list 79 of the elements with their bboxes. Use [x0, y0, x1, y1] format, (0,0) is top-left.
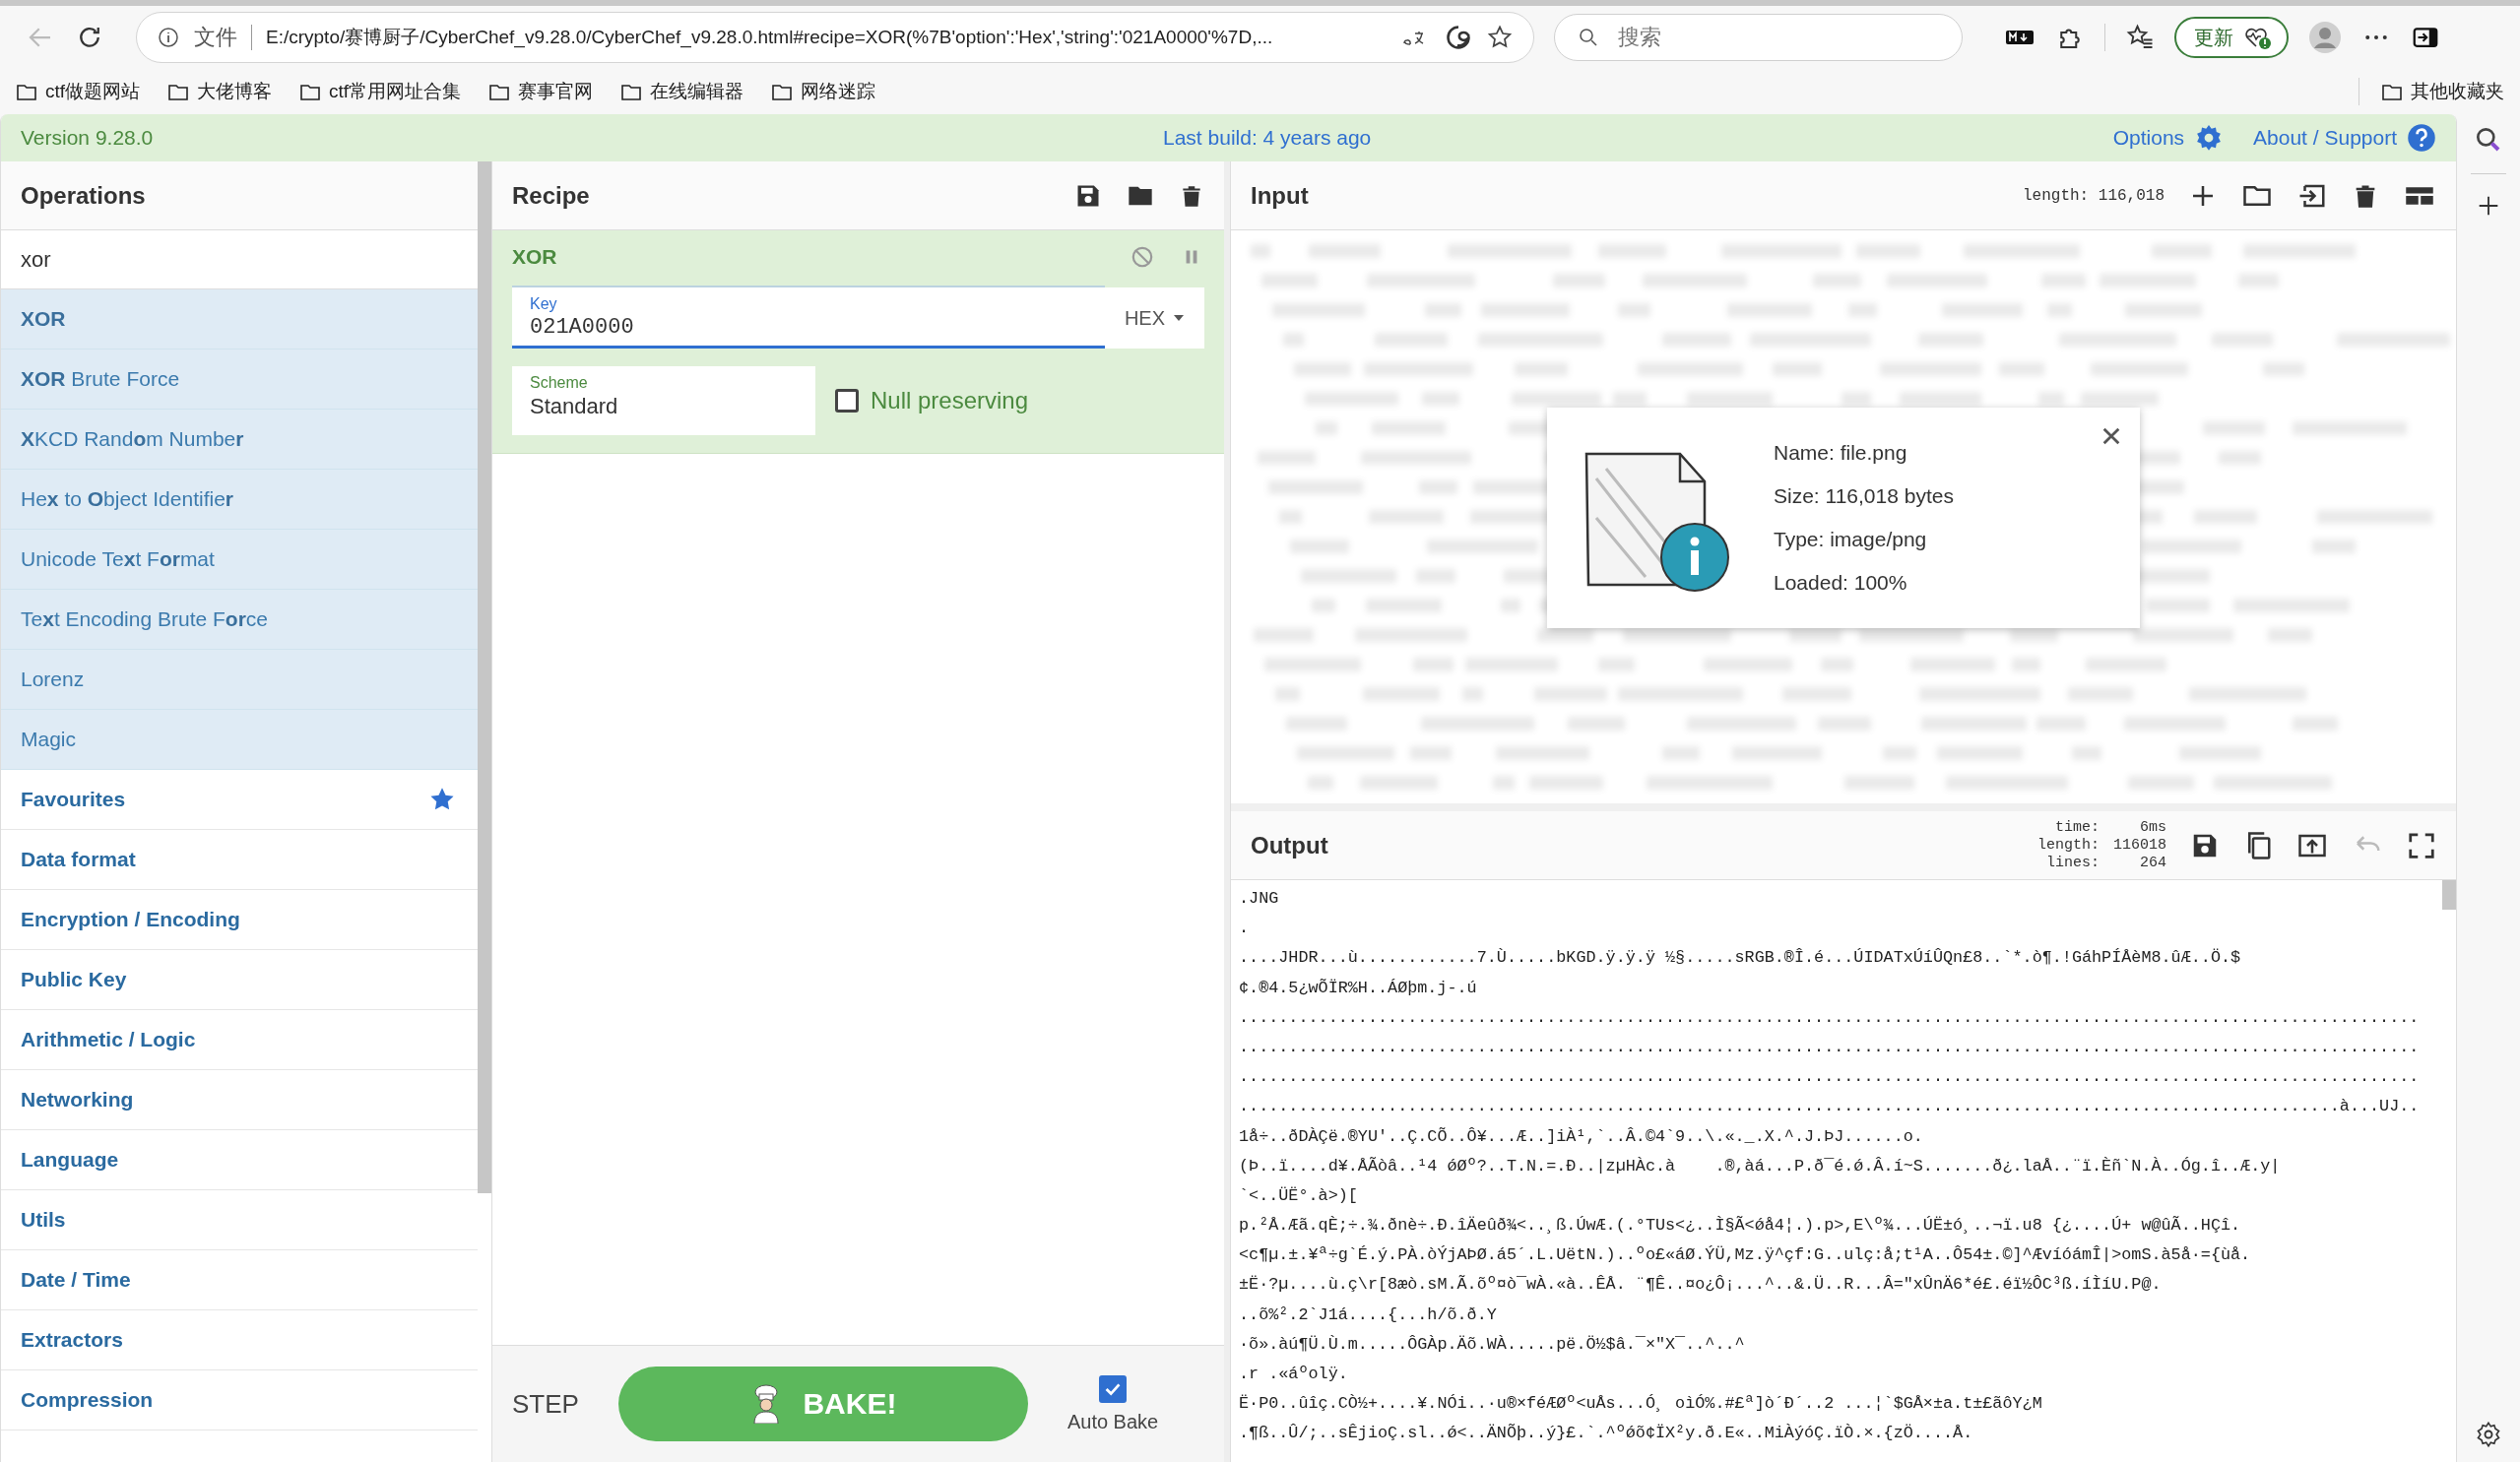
checkbox[interactable]	[1099, 1374, 1128, 1403]
output-text-line: .¶ß..Û/;..sÊjioÇ.sl..ǿ<..ÄNÕþ..ý}£.`.^ºǿõ¢ÏX²y.ð.E«..MiÀýóÇ.ïÒ.×.{zÖ....Å.	[1239, 1423, 1974, 1445]
stat-value: 264	[2139, 854, 2166, 872]
star-icon[interactable]	[1486, 24, 1514, 51]
checkbox-label: Auto Bake	[1066, 1410, 1159, 1433]
stat-label: length:	[2036, 836, 2100, 855]
caret-icon	[1173, 314, 1185, 322]
output-text-line: .......................................................................................................................	[1239, 1066, 2421, 1089]
last-build-link[interactable]: Last build: 4 years ago	[1163, 126, 2084, 150]
output-text-line: .r .«áºolÿ.	[1239, 1364, 1349, 1385]
security-label: 文件	[194, 24, 237, 51]
output-text-line: 1å÷..ðDÀÇë.®YU'..Ç.CÕ..Ô¥...Æ..]iÀ¹,`..Â.©4`9..\.«._.X.^.J.ÞJ......o.	[1239, 1125, 1924, 1148]
input-heading: Input	[1251, 181, 1309, 210]
input-length: length: 116,018	[2022, 186, 2165, 205]
output-text-line: p.²Å.Æã.qÈ;÷.¾.ðnè÷.Ð.îÄeûð¾<..¸ß.ÚwÆ.(.°TUs<¿..Ì§Ã<ǿå4¦.).p>,E\º¾...ÚË±ó¸..¬ï.u8 {¿....Ú+ w@ûÃ..HÇî.	[1239, 1215, 2242, 1238]
output-text-line: ±Ë·?µ....ù.ç\r[8æò.sM.Ã.õº¤ò¯wÀ.«à..ÊÅ. ¨¶Ê..¤o¿Ô¡...^..&.Ü..R...Â="xÛnÄ6*é£.éï½ÔC³ß.íÌíU.P@.	[1239, 1274, 2163, 1297]
operation-item[interactable]: Unicode Text Format	[1, 530, 478, 590]
checkbox-label: Null preserving	[871, 387, 1029, 414]
output-text-line: ·õ».àú¶Ü.Ù.m.....ÔGÀp.Äõ.WÀ.....pë.Ö½$â.¯×"X¯..^..^	[1239, 1333, 1746, 1356]
key-input-field[interactable]: Key 021A0000	[512, 287, 1105, 349]
bookmark-folder[interactable]: 其他收藏夹	[2381, 79, 2504, 104]
operation-item[interactable]: Lorenz	[1, 650, 478, 710]
encoding-dropdown[interactable]: HEX	[1104, 287, 1204, 349]
options-link[interactable]: Options	[2112, 123, 2225, 153]
search-input[interactable]: 搜索	[1616, 24, 1915, 51]
profile-avatar-icon[interactable]	[2308, 21, 2342, 54]
output-text-line: Ë·P0..ûîç.CÒ½+....¥.NÓi..·u®×féÆØº<uÅs...Ó¸ oìÓ%.#£ª]ò´Ð´..2 ...¦`$GÅ×±a.t±£ãôY¿M	[1239, 1393, 2043, 1416]
scheme-dropdown[interactable]: Scheme Standard	[512, 366, 815, 435]
stat-label: lines:	[2044, 854, 2100, 872]
output-text-line: ..õ%².2`J1á....{...h/õ.ð.Y	[1239, 1303, 1498, 1326]
checkbox[interactable]	[835, 389, 859, 413]
bookmark-folder[interactable]: 网络迷踪	[771, 79, 876, 104]
output-heading: Output	[1251, 831, 1328, 859]
bookmark-folder[interactable]: ctf做题网站	[16, 79, 141, 104]
file-size: Size: 116,018 bytes	[1774, 484, 1954, 508]
settings-icon[interactable]	[2475, 1421, 2502, 1448]
stat-value: 6ms	[2139, 818, 2166, 837]
operation-item[interactable]: Hex to Object Identifier	[1, 470, 478, 530]
operation-item[interactable]: Magic	[1, 710, 478, 770]
file-loaded: Loaded: 100%	[1774, 571, 1908, 595]
output-text-line: .	[1239, 918, 1251, 940]
scrollbar[interactable]	[2442, 880, 2456, 910]
key-input[interactable]: 021A0000	[530, 313, 1087, 346]
stat-value: 116018	[2113, 836, 2166, 855]
output-text-line: ....JHDR...ù............7.Ù.....bKGD.ÿ.ÿ.ÿ ½§.....sRGB.®Î.é...ÚIDATxÚíÛQn£8..`*.ò¶.!GáhPÍÅèM8.ûÆ..Ö.$	[1239, 947, 2242, 970]
bookmark-folder[interactable]: 赛事官网	[488, 79, 594, 104]
operation-item[interactable]: XKCD Random Number	[1, 410, 478, 470]
version-text: Version 9.28.0	[21, 126, 155, 150]
output-text-line: .......................................................................................................................	[1239, 1036, 2421, 1058]
info-icon	[157, 26, 180, 49]
about-support-link[interactable]: About / Support	[2253, 123, 2436, 153]
stat-label: time:	[2053, 818, 2100, 837]
bookmark-folder[interactable]: 大佬博客	[167, 79, 273, 104]
bookmark-folder[interactable]: ctf常用网址合集	[299, 79, 462, 104]
output-text-line: .JNG	[1239, 888, 1280, 910]
operation-title: XOR	[512, 245, 557, 269]
operation-item[interactable]: XOR	[1, 289, 478, 350]
search-field[interactable]: 搜索	[1554, 14, 1963, 61]
output-text-line: (Þ..ï....d¥.ÅÃòâ..¹4 ǿØº?..T.N.=.Ð..|zµHÀc.à .®,àá...P.ð¯é.ǿ.Â.í~S.......ð¿.laÅ..¨ï.Èñ`N.À..Óg.î..Æ.y|	[1239, 1155, 2282, 1177]
url-text: E:/crypto/赛博厨子/CyberChef_v9.28.0/CyberChef_v9.28.0.html#recipe=XOR(%7B'option':'Hex','string':'021A0000'%7D,...	[266, 26, 1274, 50]
file-type: Type: image/png	[1774, 528, 1928, 551]
address-bar[interactable]: 文件 E:/crypto/赛博厨子/CyberChef_v9.28.0/CyberChef_v9.28.0.html#recipe=XOR(%7B'option':'Hex','string':'021A0000'%7D,...	[136, 12, 1534, 63]
output-text-line: .......................................................................................................................	[1239, 1006, 2421, 1029]
scrollbar[interactable]	[478, 161, 491, 1193]
output-text-line: ¢.®4.5¿wÕÏR%H..ÁØþm.j-.ú	[1239, 977, 1478, 999]
close-icon[interactable]	[2100, 425, 2122, 447]
output-text-line: <c¶µ.±.¥ª÷g`É.ý.PÀ.òÝjAÞØ.á5´.L.UëtN.)..ºo£«áØ.ÝÜ,Mz.ÿ^çf:G..ulç:å;t¹A..Ô54±.©]^ÆvíóámÎ|>omS.à5å·={ùå.	[1239, 1244, 2252, 1267]
bookmark-folder[interactable]: 在线编辑器	[620, 79, 744, 104]
recipe-heading: Recipe	[512, 181, 590, 210]
output-text-line: `<..ÜË°.à>)[	[1239, 1184, 1359, 1207]
operations-heading: Operations	[1, 161, 478, 230]
file-name: Name: file.png	[1774, 441, 1908, 465]
output-text-line: ...............................................................................................................à...UJ..	[1239, 1096, 2421, 1118]
operation-item[interactable]: Text Encoding Brute Force	[1, 590, 478, 650]
step-button[interactable]: STEP	[512, 1388, 579, 1420]
help-icon	[2407, 123, 2436, 153]
update-button[interactable]: 更新	[2174, 17, 2289, 58]
operation-item[interactable]: XOR Brute Force	[1, 350, 478, 410]
fullscreen-icon[interactable]	[2407, 830, 2436, 860]
